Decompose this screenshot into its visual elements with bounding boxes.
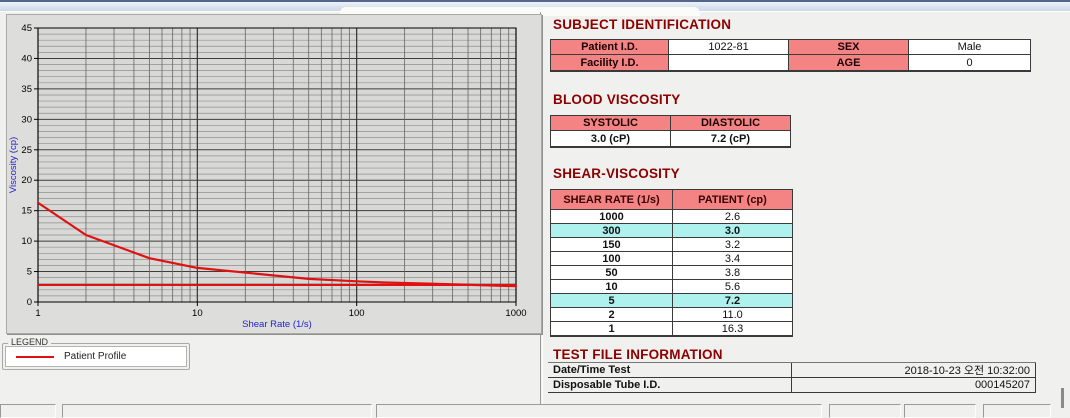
- shear-rate-cell: 2: [551, 308, 673, 322]
- shear-rate-cell: 50: [551, 266, 673, 280]
- status-bar-panel: [829, 404, 901, 418]
- svg-text:45: 45: [21, 23, 32, 34]
- shear-rate-cell: 10: [551, 280, 673, 294]
- subject-identification-heading: SUBJECT IDENTIFICATION: [553, 17, 731, 32]
- svg-text:35: 35: [21, 84, 32, 95]
- patient-profile-line-swatch: [16, 356, 54, 358]
- shear-viscosity-table: SHEAR RATE (1/s)PATIENT (cp)10002.63003.…: [550, 189, 793, 337]
- status-bar-panel: [376, 404, 822, 418]
- subject-field-value: Male: [909, 40, 1030, 55]
- subject-field-value: 1022-81: [669, 40, 789, 55]
- patient-viscosity-cell: 3.4: [673, 252, 792, 266]
- svg-text:Viscosity (cp): Viscosity (cp): [8, 137, 19, 193]
- svg-text:40: 40: [21, 53, 32, 64]
- svg-text:100: 100: [349, 308, 365, 319]
- svg-text:10: 10: [192, 308, 203, 319]
- blood-viscosity-value: 3.0 (cP): [551, 131, 671, 146]
- blood-viscosity-heading: BLOOD VISCOSITY: [553, 92, 681, 107]
- blood-viscosity-value: 7.2 (cP): [671, 131, 790, 146]
- svg-text:15: 15: [21, 206, 32, 217]
- patient-viscosity-cell: 2.6: [673, 210, 792, 224]
- svg-text:1: 1: [35, 308, 40, 319]
- status-bar-panel: [983, 404, 1051, 418]
- shear-column-header: SHEAR RATE (1/s): [551, 190, 673, 210]
- svg-text:10: 10: [21, 236, 32, 247]
- test-file-label: Disposable Tube I.D.: [548, 378, 792, 393]
- status-bar-panel: [904, 404, 976, 418]
- patient-viscosity-cell: 3.2: [673, 238, 792, 252]
- window-resize-edge[interactable]: [1061, 388, 1064, 408]
- test-file-value: 2018-10-23 오전 10:32:00: [792, 363, 1036, 378]
- blood-viscosity-column-header: SYSTOLIC: [551, 116, 671, 131]
- subject-field-label: Patient I.D.: [551, 40, 669, 55]
- svg-text:Shear Rate (1/s): Shear Rate (1/s): [242, 319, 312, 330]
- shear-rate-cell: 300: [551, 224, 673, 238]
- subject-field-label: Facility I.D.: [551, 55, 669, 70]
- subject-field-value: [669, 55, 789, 70]
- subject-identification-table: Patient I.D.1022-81SEXMale Facility I.D. A…: [550, 39, 1031, 72]
- test-file-label: Date/Time Test: [548, 363, 792, 378]
- svg-text:5: 5: [27, 267, 32, 278]
- subject-field-label: SEX: [789, 40, 909, 55]
- blood-viscosity-column-header: DIASTOLIC: [671, 116, 790, 131]
- patient-viscosity-cell: 5.6: [673, 280, 792, 294]
- shear-rate-cell: 150: [551, 238, 673, 252]
- svg-text:0: 0: [27, 297, 32, 308]
- svg-text:30: 30: [21, 114, 32, 125]
- svg-text:20: 20: [21, 175, 32, 186]
- test-file-information-table: Date/Time Test2018-10-23 오전 10:32:00Disp…: [548, 362, 1036, 393]
- blood-viscosity-table: SYSTOLICDIASTOLIC3.0 (cP)7.2 (cP): [550, 115, 791, 148]
- test-file-information-heading: TEST FILE INFORMATION: [553, 347, 723, 362]
- status-bar-panel: [62, 404, 372, 418]
- legend-entry: Patient Profile: [5, 346, 187, 367]
- shear-column-header: PATIENT (cp): [673, 190, 792, 210]
- status-bar-panel: [0, 404, 56, 418]
- svg-text:25: 25: [21, 145, 32, 156]
- shear-viscosity-chart-panel: 0 5 10 15 20 25 30 35 40 45 1 10 100 1000 Shear Rate (…: [6, 14, 542, 334]
- patient-viscosity-cell: 7.2: [673, 294, 792, 308]
- patient-viscosity-cell: 3.0: [673, 224, 792, 238]
- shear-viscosity-chart: 0 5 10 15 20 25 30 35 40 45 1 10 100 1000 Shear Rate (…: [7, 15, 539, 331]
- shear-rate-cell: 1000: [551, 210, 673, 224]
- svg-text:1000: 1000: [505, 308, 526, 319]
- legend-box: LEGEND Patient Profile: [2, 343, 190, 370]
- subject-field-value: 0: [909, 55, 1030, 70]
- patient-viscosity-cell: 11.0: [673, 308, 792, 322]
- subject-field-label: AGE: [789, 55, 909, 70]
- legend-series-label: Patient Profile: [64, 351, 126, 362]
- shear-viscosity-heading: SHEAR-VISCOSITY: [553, 166, 680, 181]
- shear-rate-cell: 1: [551, 322, 673, 335]
- patient-viscosity-cell: 3.8: [673, 266, 792, 280]
- patient-viscosity-cell: 16.3: [673, 322, 792, 335]
- shear-rate-cell: 100: [551, 252, 673, 266]
- test-file-value: 000145207: [792, 378, 1036, 393]
- shear-rate-cell: 5: [551, 294, 673, 308]
